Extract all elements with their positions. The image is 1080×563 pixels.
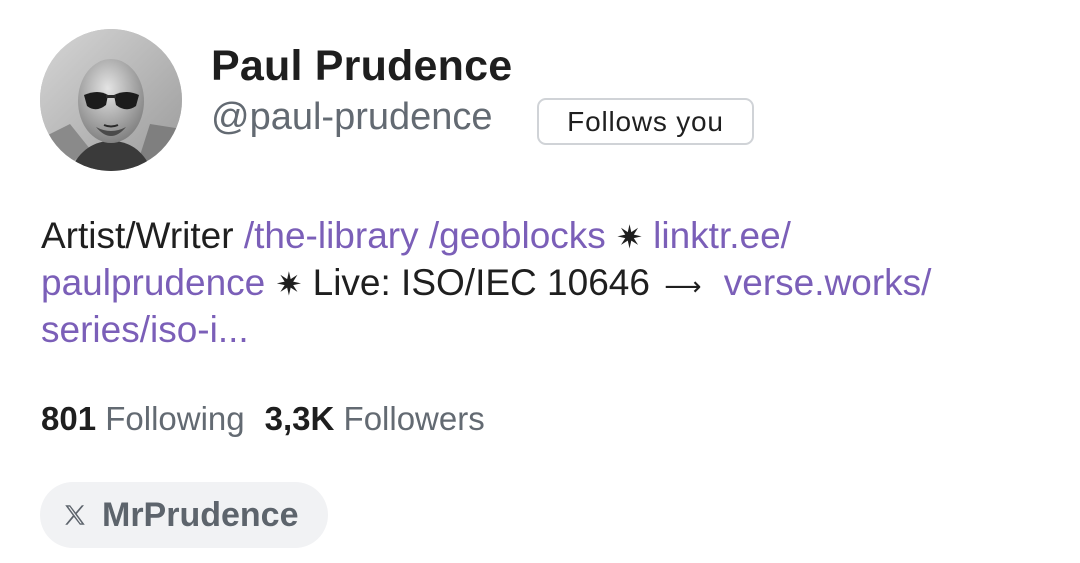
x-handle-label: MrPrudence [102, 495, 299, 534]
x-logo-icon [62, 502, 88, 528]
bio-line: paulprudence ✷ Live: ISO/IEC 10646 ⟶ ver… [41, 259, 931, 306]
following-link[interactable]: 801 Following [41, 400, 245, 437]
following-label: Following [105, 400, 245, 437]
star-icon: ✷ [616, 219, 643, 255]
bio-link-linktree[interactable]: linktr.ee/ [653, 215, 791, 256]
x-profile-link[interactable]: MrPrudence [40, 482, 328, 548]
arrow-icon: ⟶ [664, 271, 702, 301]
avatar[interactable] [40, 29, 182, 171]
bio: Artist/Writer /the-library /geoblocks ✷ … [41, 212, 931, 353]
bio-line: Artist/Writer /the-library /geoblocks ✷ … [41, 212, 931, 259]
profile-handle: @paul-prudence [211, 96, 493, 138]
bio-text: Live: ISO/IEC 10646 [302, 262, 661, 303]
bio-link-verse-works-cont[interactable]: series/iso-i... [41, 309, 249, 350]
bio-link-linktree-cont[interactable]: paulprudence [41, 262, 265, 303]
profile-name: Paul Prudence [211, 42, 513, 90]
follows-you-badge: Follows you [537, 98, 754, 145]
bio-line: series/iso-i... [41, 306, 931, 353]
profile-stats: 801 Following 3,3K Followers [41, 400, 485, 438]
followers-label: Followers [343, 400, 485, 437]
following-count: 801 [41, 400, 97, 437]
followers-link[interactable]: 3,3K Followers [265, 400, 485, 437]
bio-link-verse-works[interactable]: verse.works/ [724, 262, 932, 303]
star-icon: ✷ [275, 266, 303, 302]
followers-count: 3,3K [264, 400, 335, 437]
bio-link-the-library[interactable]: /the-library [244, 215, 419, 256]
bio-text: Artist/Writer [41, 215, 244, 256]
bio-link-geoblocks[interactable]: /geoblocks [429, 215, 606, 256]
